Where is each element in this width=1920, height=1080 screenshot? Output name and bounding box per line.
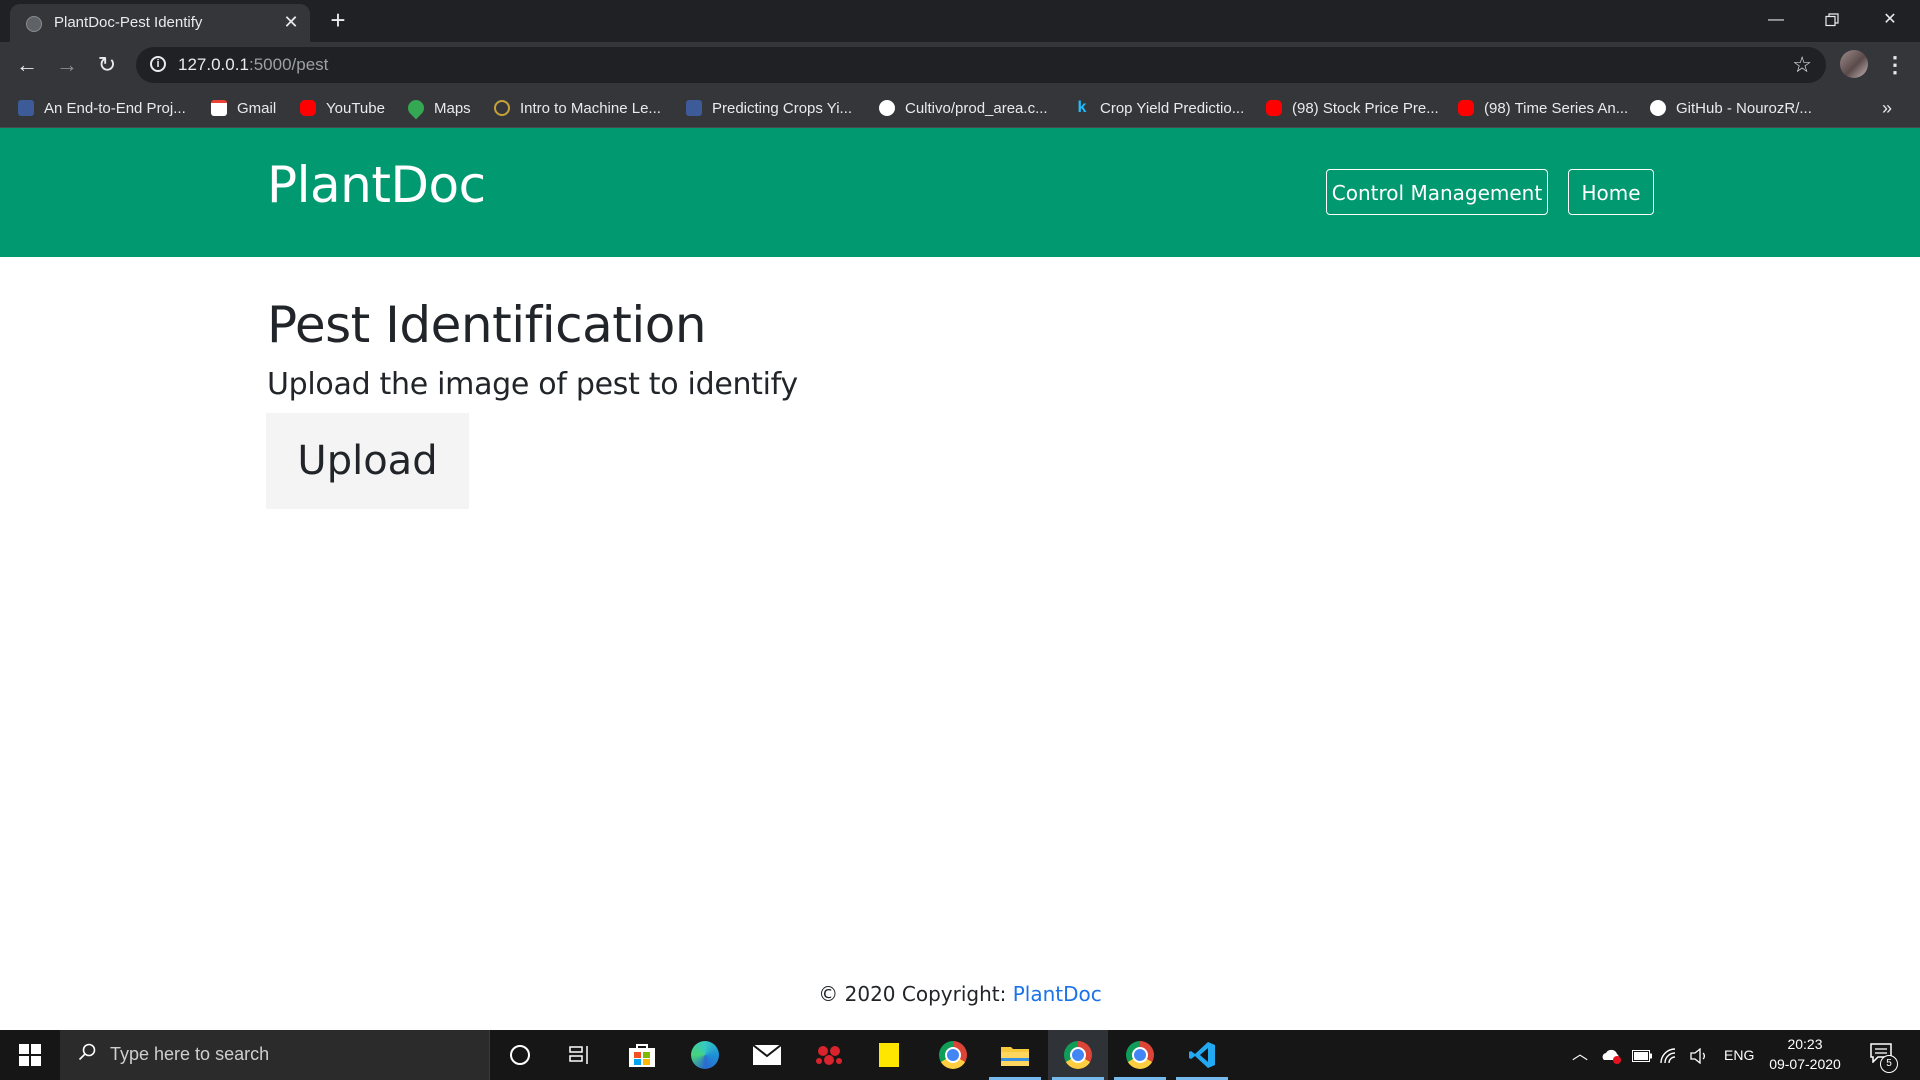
page-subtitle: Upload the image of pest to identify [267, 367, 798, 402]
reload-icon[interactable]: ↻ [92, 50, 122, 80]
chrome-profile-icon[interactable] [1048, 1030, 1108, 1080]
bookmarks-bar: An End-to-End Proj... Gmail YouTube Maps… [0, 88, 1920, 128]
profile-avatar[interactable] [1840, 50, 1868, 78]
github-icon [879, 100, 895, 116]
bookmark-label: (98) Stock Price Pre... [1292, 99, 1439, 117]
bookmark-label: Intro to Machine Le... [520, 99, 661, 117]
kaggle-icon: k [1077, 99, 1087, 116]
edge-icon[interactable] [675, 1030, 735, 1080]
volume-icon[interactable] [1690, 1030, 1710, 1080]
brand-logo[interactable]: PlantDoc [267, 156, 486, 214]
mail-icon[interactable] [737, 1030, 797, 1080]
battery-icon[interactable] [1632, 1030, 1652, 1080]
nav-control-management[interactable]: Control Management [1326, 169, 1548, 215]
wifi-icon[interactable] [1660, 1030, 1678, 1080]
site-navbar: PlantDoc Control Management Home [0, 128, 1920, 257]
chrome-icon[interactable] [923, 1030, 983, 1080]
browser-tab-bar: PlantDoc-Pest Identify ✕ + — ✕ [0, 0, 1920, 42]
language-indicator[interactable]: ENG [1724, 1030, 1754, 1080]
bookmark-label: Gmail [237, 99, 277, 117]
file-explorer-icon[interactable] [985, 1030, 1045, 1080]
bookmark-item[interactable]: Predicting Crops Yi... [686, 88, 852, 128]
tds-icon [18, 100, 34, 116]
site-info-icon[interactable]: i [150, 56, 166, 72]
page-title: Pest Identification [267, 296, 707, 354]
bookmark-item[interactable]: k Crop Yield Predictio... [1074, 88, 1245, 128]
url-host: 127.0.0.1 [178, 55, 249, 74]
bookmark-label: Maps [434, 99, 471, 117]
app-red-dots-icon[interactable] [799, 1030, 859, 1080]
youtube-icon [1266, 100, 1282, 116]
footer: © 2020 Copyright: PlantDoc [0, 982, 1920, 1006]
maps-icon [404, 96, 428, 120]
gmail-icon [211, 100, 227, 116]
bookmark-item[interactable]: Maps [404, 88, 471, 128]
browser-tab[interactable]: PlantDoc-Pest Identify ✕ [10, 4, 310, 42]
sticky-notes-icon[interactable] [861, 1030, 921, 1080]
bookmark-item[interactable]: YouTube [300, 88, 385, 128]
youtube-icon [300, 100, 316, 116]
search-placeholder: Type here to search [110, 1044, 270, 1064]
bookmark-label: GitHub - NourozR/... [1676, 99, 1812, 117]
bookmark-label: Predicting Crops Yi... [712, 99, 853, 117]
bookmark-item[interactable]: Intro to Machine Le... [494, 88, 661, 128]
taskbar-search-input[interactable]: Type here to search [60, 1030, 490, 1080]
youtube-icon [1458, 100, 1474, 116]
address-bar[interactable]: i 127.0.0.1 :5000/pest ☆ [136, 47, 1826, 83]
bookmark-label: Cultivo/prod_area.c... [905, 99, 1048, 117]
restore-icon[interactable] [1812, 6, 1852, 34]
onedrive-error-icon[interactable] [1600, 1030, 1622, 1080]
menu-icon[interactable]: ⋮ [1884, 50, 1906, 80]
notification-count-badge: 5 [1880, 1055, 1898, 1073]
task-view-icon[interactable] [550, 1030, 610, 1080]
store-icon[interactable] [612, 1030, 672, 1080]
new-tab-icon[interactable]: + [326, 7, 350, 33]
copyright-text: © 2020 Copyright: [818, 982, 1013, 1006]
clock-date[interactable]: 09-07-2020 [1766, 1056, 1844, 1072]
bookmark-item[interactable]: Cultivo/prod_area.c... [879, 88, 1048, 128]
bookmark-item[interactable]: GitHub - NourozR/... [1650, 88, 1812, 128]
taskbar: Type here to search ︿ ENG 20:23 09-07-20… [0, 1030, 1920, 1080]
bookmark-label: Crop Yield Predictio... [1100, 99, 1245, 117]
browser-toolbar: ← → ↻ i 127.0.0.1 :5000/pest ☆ ⋮ [0, 42, 1920, 88]
bookmark-label: YouTube [326, 99, 385, 117]
show-hidden-icons[interactable]: ︿ [1572, 1030, 1588, 1080]
search-icon [78, 1043, 96, 1061]
bookmark-item[interactable]: (98) Stock Price Pre... [1266, 88, 1439, 128]
vscode-icon[interactable] [1172, 1030, 1232, 1080]
globe-icon [26, 16, 42, 32]
cortana-icon[interactable] [490, 1030, 550, 1080]
bookmark-label: An End-to-End Proj... [44, 99, 186, 117]
chrome-profile-icon[interactable] [1110, 1030, 1170, 1080]
github-icon [1650, 100, 1666, 116]
footer-link[interactable]: PlantDoc [1013, 982, 1102, 1006]
back-icon[interactable]: ← [12, 50, 42, 80]
bookmark-item[interactable]: (98) Time Series An... [1458, 88, 1628, 128]
close-tab-icon[interactable]: ✕ [280, 11, 302, 33]
windows-start-icon[interactable] [0, 1030, 60, 1080]
minimize-icon[interactable]: — [1756, 6, 1796, 34]
tab-title: PlantDoc-Pest Identify [54, 14, 203, 31]
bookmark-item[interactable]: Gmail [211, 88, 276, 128]
forward-icon[interactable]: → [52, 50, 82, 80]
bookmark-label: (98) Time Series An... [1484, 99, 1629, 117]
url-path: :5000/pest [249, 55, 329, 74]
close-window-icon[interactable]: ✕ [1870, 6, 1910, 34]
tds-icon [686, 100, 702, 116]
upload-button[interactable]: Upload [266, 413, 469, 509]
bookmark-star-icon[interactable]: ☆ [1792, 52, 1812, 78]
bookmark-item[interactable]: An End-to-End Proj... [18, 88, 186, 128]
clock-time[interactable]: 20:23 [1770, 1036, 1840, 1052]
nav-home[interactable]: Home [1568, 169, 1654, 215]
more-bookmarks-icon[interactable]: » [1882, 88, 1892, 128]
kaggle-learn-icon [494, 100, 510, 116]
